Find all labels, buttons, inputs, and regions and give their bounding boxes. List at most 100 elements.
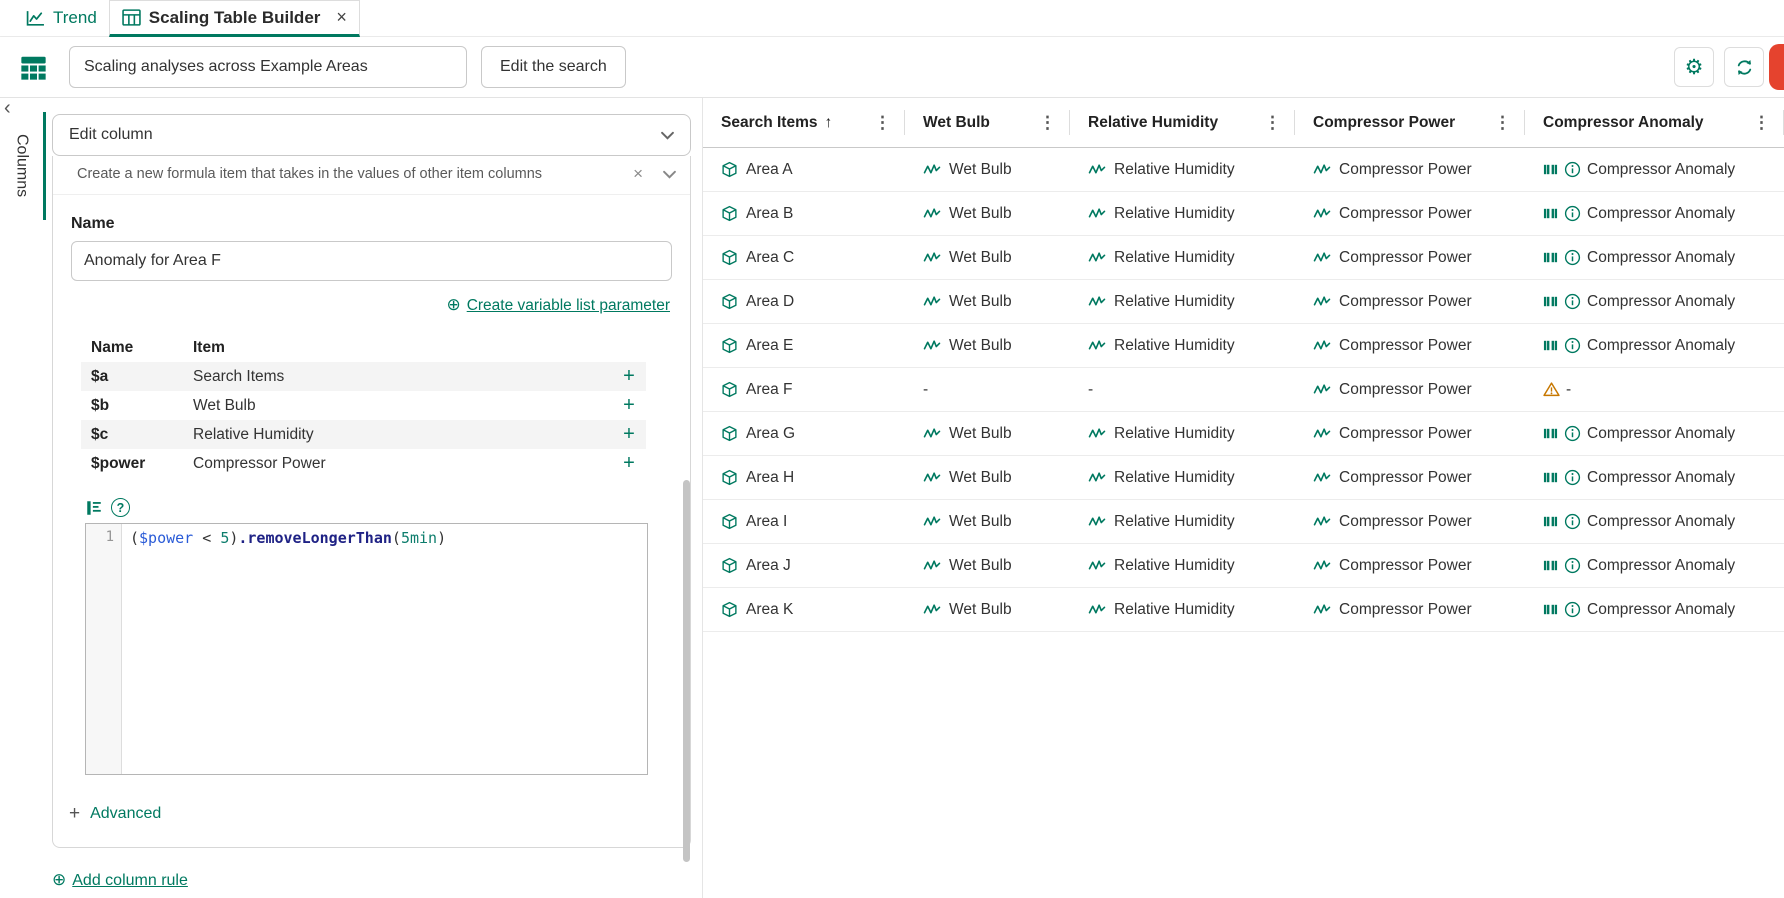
wet-bulb-cell[interactable]: Wet Bulb [905, 412, 1070, 455]
edit-column-select[interactable]: Edit column [52, 114, 691, 156]
refresh-button[interactable] [1724, 47, 1764, 87]
humidity-cell[interactable]: Relative Humidity [1070, 236, 1295, 279]
add-column-rule-link[interactable]: Add column rule [72, 872, 188, 889]
edit-search-button[interactable]: Edit the search [481, 46, 626, 88]
humidity-cell[interactable]: Relative Humidity [1070, 324, 1295, 367]
info-icon[interactable] [1564, 249, 1581, 266]
column-name-input[interactable] [71, 241, 672, 281]
area-cell[interactable]: Area G [703, 412, 905, 455]
info-icon[interactable] [1564, 161, 1581, 178]
power-cell[interactable]: Compressor Power [1295, 324, 1525, 367]
add-param-button[interactable]: + [612, 394, 646, 417]
anomaly-cell[interactable]: Compressor Anomaly [1525, 148, 1784, 191]
wet-bulb-cell[interactable]: - [905, 368, 1070, 411]
sidebar-tab-columns[interactable]: Columns [0, 112, 46, 220]
create-variable-list-parameter-link[interactable]: Create variable list parameter [467, 297, 670, 314]
anomaly-cell[interactable]: Compressor Anomaly [1525, 500, 1784, 543]
anomaly-cell[interactable]: Compressor Anomaly [1525, 588, 1784, 631]
info-icon[interactable] [1564, 557, 1581, 574]
info-icon[interactable] [1564, 337, 1581, 354]
area-cell[interactable]: Area F [703, 368, 905, 411]
advanced-toggle[interactable]: Advanced [90, 805, 161, 823]
wet-bulb-cell[interactable]: Wet Bulb [905, 324, 1070, 367]
power-cell[interactable]: Compressor Power [1295, 280, 1525, 323]
humidity-cell[interactable]: Relative Humidity [1070, 192, 1295, 235]
column-menu-icon[interactable]: ⋮ [870, 113, 895, 133]
anomaly-cell[interactable]: Compressor Anomaly [1525, 544, 1784, 587]
info-icon[interactable] [1564, 205, 1581, 222]
area-cell[interactable]: Area K [703, 588, 905, 631]
column-menu-icon[interactable]: ⋮ [1035, 113, 1060, 133]
column-header[interactable]: Compressor Anomaly ⋮ [1525, 98, 1784, 147]
info-icon[interactable] [1564, 601, 1581, 618]
humidity-cell[interactable]: Relative Humidity [1070, 500, 1295, 543]
add-param-button[interactable]: + [612, 452, 646, 475]
humidity-cell[interactable]: Relative Humidity [1070, 280, 1295, 323]
area-cell[interactable]: Area I [703, 500, 905, 543]
wet-bulb-cell[interactable]: Wet Bulb [905, 456, 1070, 499]
tab-trend[interactable]: Trend [14, 0, 109, 36]
panel-scrollbar-thumb[interactable] [683, 480, 690, 862]
wet-bulb-cell[interactable]: Wet Bulb [905, 500, 1070, 543]
column-header[interactable]: Relative Humidity ⋮ [1070, 98, 1295, 147]
anomaly-cell[interactable]: Compressor Anomaly [1525, 456, 1784, 499]
wet-bulb-cell[interactable]: Wet Bulb [905, 192, 1070, 235]
power-cell[interactable]: Compressor Power [1295, 456, 1525, 499]
info-icon[interactable] [1564, 425, 1581, 442]
formula-editor[interactable]: 1 ($power < 5).removeLongerThan(5min) [85, 523, 648, 775]
column-header[interactable]: Compressor Power ⋮ [1295, 98, 1525, 147]
wet-bulb-cell[interactable]: Wet Bulb [905, 544, 1070, 587]
power-cell[interactable]: Compressor Power [1295, 588, 1525, 631]
wet-bulb-cell[interactable]: Wet Bulb [905, 148, 1070, 191]
column-header[interactable]: Wet Bulb ⋮ [905, 98, 1070, 147]
column-header[interactable]: Search Items ↑ ⋮ [703, 98, 905, 147]
anomaly-cell[interactable]: Compressor Anomaly [1525, 192, 1784, 235]
power-cell[interactable]: Compressor Power [1295, 544, 1525, 587]
formula-lines-icon[interactable] [85, 499, 103, 517]
sort-asc-icon[interactable]: ↑ [825, 114, 833, 132]
wet-bulb-cell[interactable]: Wet Bulb [905, 588, 1070, 631]
area-cell[interactable]: Area C [703, 236, 905, 279]
formula-code-line[interactable]: ($power < 5).removeLongerThan(5min) [122, 524, 647, 774]
chevron-down-icon[interactable] [663, 170, 676, 179]
anomaly-cell[interactable]: Compressor Anomaly [1525, 280, 1784, 323]
humidity-cell[interactable]: Relative Humidity [1070, 588, 1295, 631]
settings-button[interactable]: ⚙ [1674, 47, 1714, 87]
power-cell[interactable]: Compressor Power [1295, 148, 1525, 191]
anomaly-cell[interactable]: - [1525, 368, 1784, 411]
humidity-cell[interactable]: Relative Humidity [1070, 412, 1295, 455]
clear-selection-icon[interactable]: × [633, 164, 643, 184]
area-cell[interactable]: Area A [703, 148, 905, 191]
area-cell[interactable]: Area E [703, 324, 905, 367]
humidity-cell[interactable]: Relative Humidity [1070, 148, 1295, 191]
add-param-button[interactable]: + [612, 423, 646, 446]
anomaly-cell[interactable]: Compressor Anomaly [1525, 324, 1784, 367]
close-tab-icon[interactable]: × [336, 7, 347, 28]
column-menu-icon[interactable]: ⋮ [1260, 113, 1285, 133]
anomaly-cell[interactable]: Compressor Anomaly [1525, 236, 1784, 279]
power-cell[interactable]: Compressor Power [1295, 236, 1525, 279]
info-icon[interactable] [1564, 513, 1581, 530]
power-cell[interactable]: Compressor Power [1295, 368, 1525, 411]
humidity-cell[interactable]: - [1070, 368, 1295, 411]
power-cell[interactable]: Compressor Power [1295, 192, 1525, 235]
help-icon[interactable]: ? [111, 498, 130, 517]
anomaly-cell[interactable]: Compressor Anomaly [1525, 412, 1784, 455]
search-input[interactable] [69, 46, 467, 88]
tab-scaling-table-builder[interactable]: Scaling Table Builder × [109, 0, 360, 37]
column-menu-icon[interactable]: ⋮ [1749, 113, 1774, 133]
power-cell[interactable]: Compressor Power [1295, 412, 1525, 455]
area-cell[interactable]: Area J [703, 544, 905, 587]
area-cell[interactable]: Area B [703, 192, 905, 235]
wet-bulb-cell[interactable]: Wet Bulb [905, 280, 1070, 323]
column-menu-icon[interactable]: ⋮ [1490, 113, 1515, 133]
info-icon[interactable] [1564, 293, 1581, 310]
area-cell[interactable]: Area H [703, 456, 905, 499]
info-icon[interactable] [1564, 469, 1581, 486]
red-accent-button[interactable] [1769, 44, 1784, 90]
humidity-cell[interactable]: Relative Humidity [1070, 456, 1295, 499]
add-param-button[interactable]: + [612, 365, 646, 388]
area-cell[interactable]: Area D [703, 280, 905, 323]
power-cell[interactable]: Compressor Power [1295, 500, 1525, 543]
humidity-cell[interactable]: Relative Humidity [1070, 544, 1295, 587]
